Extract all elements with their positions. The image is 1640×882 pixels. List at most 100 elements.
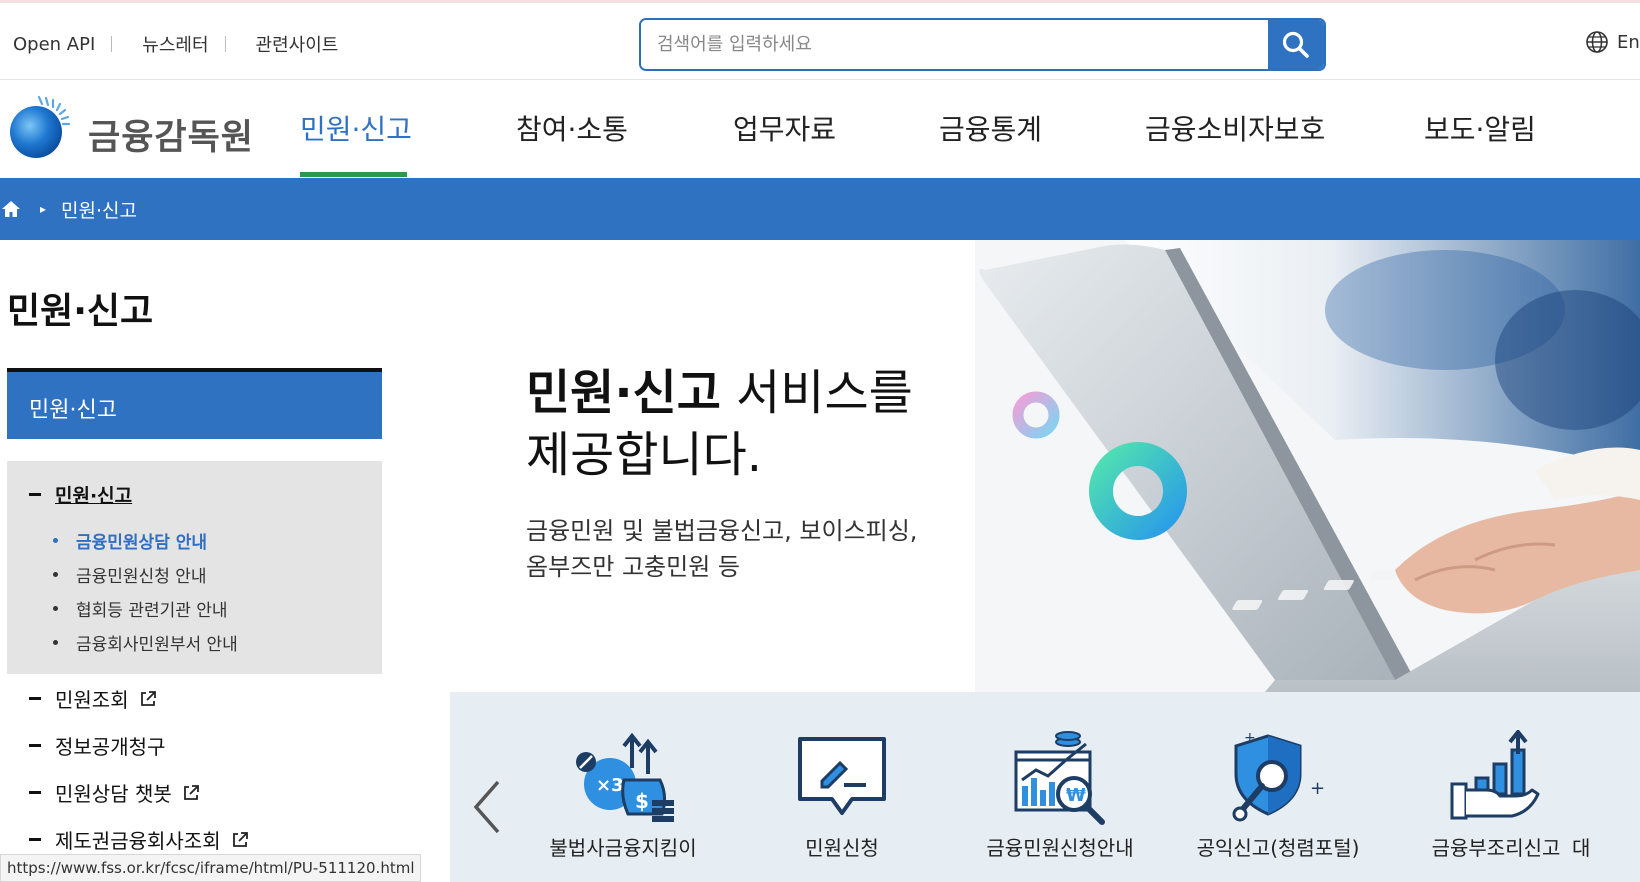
sidebar-item-label: 제도권금융회사조회: [55, 829, 221, 853]
home-icon: [2, 201, 20, 217]
newsletter-link[interactable]: 뉴스레터: [142, 31, 208, 57]
search-box: [639, 18, 1326, 71]
hero-description: 금융민원 및 불법금융신고, 보이스피싱, 옴부즈만 고충민원 등: [526, 513, 917, 585]
bullet-icon: [53, 537, 58, 543]
language-label: En: [1617, 31, 1640, 53]
sidebar-subitem-company-complaint-dept[interactable]: 금융회사민원부서 안내: [53, 625, 238, 659]
sidebar-subitem-application-guide[interactable]: 금융민원신청 안내: [53, 557, 238, 591]
sidebar-item-company-lookup[interactable]: 제도권금융회사조회: [29, 825, 249, 854]
external-link-icon: [139, 690, 157, 708]
sidebar-subitem-related-institutions[interactable]: 협회등 관련기관 안내: [53, 591, 238, 625]
hero-laptop-image: [975, 240, 1640, 692]
sidebar-item-chatbot[interactable]: 민원상담 챗봇: [29, 778, 200, 807]
hero-title-rest: 서비스를: [720, 365, 913, 421]
shield-key-icon: + +: [1232, 730, 1325, 822]
gnb-financial-statistics[interactable]: 금융통계: [939, 108, 1042, 148]
quick-item-label: 금융민원신청안내: [986, 836, 1134, 860]
quick-item-complaint-apply[interactable]: 민원신청: [742, 728, 942, 861]
sidebar-subitem-label: 금융민원상담 안내: [76, 532, 208, 553]
dash-icon: [29, 791, 41, 794]
sidebar-title: 민원·신고: [7, 291, 154, 332]
breadcrumb-separator-icon: ▸: [40, 202, 47, 216]
hero-title: 민원·신고 서비스를 제공합니다.: [526, 362, 913, 486]
language-selector[interactable]: En: [1585, 30, 1640, 54]
decorative-ring-small-icon: [1012, 391, 1060, 439]
sidebar-item-info-disclosure[interactable]: 정보공개청구: [29, 731, 165, 760]
carousel-prev-button[interactable]: [472, 780, 502, 838]
svg-text:+: +: [1310, 778, 1325, 799]
globe-icon: [1586, 31, 1608, 53]
gnb-work-materials[interactable]: 업무자료: [733, 108, 836, 148]
decorative-ring-large-icon: [1089, 442, 1187, 540]
sidebar-item-complaint-report[interactable]: 민원·신고: [29, 481, 132, 508]
svg-text:+: +: [1244, 730, 1256, 746]
sidebar-section-header[interactable]: 민원·신고: [7, 368, 382, 439]
sidebar-subitem-consultation-guide[interactable]: 금융민원상담 안내: [53, 523, 238, 557]
quick-item-label: 불법사금융지킴이: [549, 836, 697, 860]
gnb-participation[interactable]: 참여·소통: [516, 108, 628, 148]
external-link-icon: [182, 784, 200, 802]
external-link-icon: [231, 831, 249, 849]
related-sites-link[interactable]: 관련사이트: [256, 31, 339, 57]
chat-pencil-icon: [798, 737, 886, 815]
sidebar-item-label: 민원상담 챗봇: [55, 782, 172, 806]
chart-magnifier-icon: ₩: [1014, 731, 1105, 825]
sidebar-subitem-label: 협회등 관련기관 안내: [76, 600, 228, 621]
sidebar-item-label: 정보공개청구: [55, 735, 166, 759]
sidebar-subitem-label: 금융민원신청 안내: [76, 566, 207, 587]
quick-item-label: 공익신고(청렴포털): [1196, 836, 1360, 860]
hero-title-bold: 민원·신고: [526, 365, 721, 421]
quick-item-public-interest-report[interactable]: + + 공익신고(청렴포털): [1178, 728, 1378, 861]
gnb-complaint-report[interactable]: 민원·신고: [300, 108, 412, 148]
svg-text:₩: ₩: [1066, 785, 1086, 806]
gnb-press-notice[interactable]: 보도·알림: [1424, 108, 1536, 148]
active-tab-indicator: [300, 172, 407, 177]
sidebar-sub-list: 금융민원상담 안내 금융민원신청 안내 협회등 관련기관 안내 금융회사민원부서…: [53, 523, 238, 659]
quick-item-partial[interactable]: 대: [1572, 728, 1640, 861]
sidebar-subitem-label: 금융회사민원부서 안내: [76, 634, 238, 655]
sidebar-item-complaint-lookup[interactable]: 민원조회: [29, 684, 157, 713]
logo-text: 금융감독원: [88, 116, 255, 158]
svg-text:×3: ×3: [596, 775, 624, 796]
search-button[interactable]: [1268, 20, 1324, 69]
sidebar-item-label: 민원·신고: [55, 485, 133, 507]
fss-logo-icon: [10, 95, 71, 158]
search-input[interactable]: [641, 20, 1268, 69]
breadcrumb: ▸ 민원·신고: [0, 178, 1640, 240]
quick-item-complaint-guide[interactable]: ₩ 금융민원신청안내: [960, 728, 1160, 861]
quick-menu: ×3 $ 불법사금융지킴이 민원신청 ₩ 금융민원신청안내 + + 공익신고(청…: [450, 692, 1640, 882]
money-bag-arrows-icon: ×3 $: [576, 732, 674, 822]
bullet-icon: [53, 571, 58, 577]
dash-icon: [29, 838, 41, 841]
bullet-icon: [53, 605, 58, 611]
chevron-left-icon: [473, 780, 500, 834]
bullet-icon: [53, 639, 58, 645]
browser-status-url: https://www.fss.or.kr/fcsc/iframe/html/P…: [0, 854, 422, 882]
sidebar-submenu: 민원·신고 금융민원상담 안내 금융민원신청 안내 협회등 관련기관 안내 금융…: [7, 461, 382, 674]
dash-icon: [29, 744, 41, 747]
utility-bar: Open API 뉴스레터 관련사이트 En: [0, 0, 1640, 80]
search-icon: [1282, 31, 1309, 58]
gnb-consumer-protection[interactable]: 금융소비자보호: [1145, 108, 1325, 148]
home-button[interactable]: [0, 200, 22, 218]
dash-icon: [29, 493, 41, 496]
divider: [111, 36, 113, 52]
breadcrumb-current[interactable]: 민원·신고: [61, 196, 137, 223]
open-api-link[interactable]: Open API: [13, 34, 95, 55]
hero-desc-line1: 금융민원 및 불법금융신고, 보이스피싱,: [526, 517, 918, 545]
quick-item-label: 금융부조리신고: [1431, 836, 1561, 860]
dash-icon: [29, 697, 41, 700]
quick-item-label: 대: [1572, 836, 1591, 860]
svg-text:$: $: [635, 789, 649, 813]
header: 금융감독원 민원·신고 참여·소통 업무자료 금융통계 금융소비자보호 보도·알…: [0, 80, 1640, 178]
utility-links: Open API 뉴스레터 관련사이트: [13, 31, 338, 57]
hand-growth-chart-icon: [1450, 730, 1540, 820]
sidebar-item-label: 민원조회: [55, 688, 129, 712]
logo[interactable]: 금융감독원: [6, 94, 254, 160]
quick-item-label: 민원신청: [805, 836, 879, 860]
hero-desc-line2: 옴부즈만 고충민원 등: [526, 553, 740, 581]
quick-item-illegal-loan-guard[interactable]: ×3 $ 불법사금융지킴이: [523, 728, 723, 861]
hero-title-line2: 제공합니다.: [526, 427, 763, 483]
quick-item-misconduct-report[interactable]: 금융부조리신고: [1396, 728, 1596, 861]
divider: [224, 36, 226, 52]
